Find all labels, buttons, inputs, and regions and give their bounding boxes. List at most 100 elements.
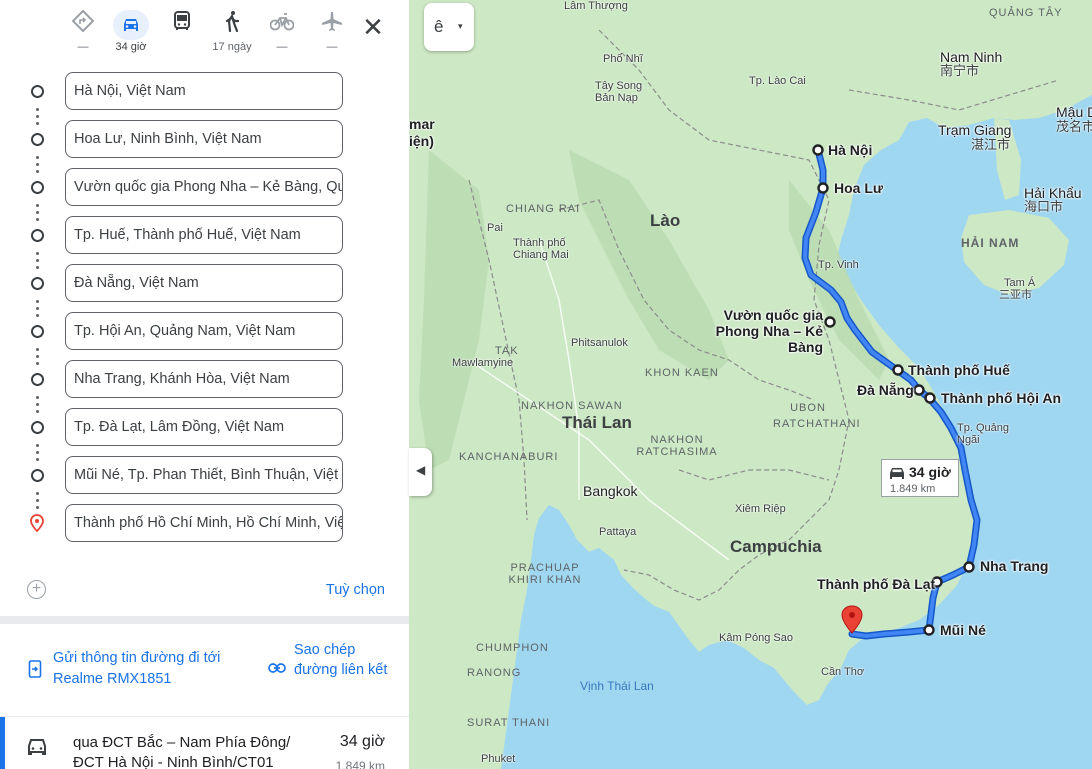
- car-icon: [888, 466, 906, 482]
- stop-row: Tp. Đà Lạt, Lâm Đồng, Việt Nam: [0, 408, 409, 448]
- place-label: Phitsanulok: [571, 337, 628, 349]
- country-label-thailand: Thái Lan: [562, 413, 632, 432]
- add-destination-row: + Tuỳ chọn: [0, 572, 409, 608]
- car-mode-label: 34 giờ: [115, 41, 147, 53]
- car-icon: [113, 10, 149, 40]
- stop-row: Đà Nẵng, Việt Nam: [0, 264, 409, 304]
- route-option[interactable]: qua ĐCT Bắc – Nam Phía Đông/ ĐCT Hà Nội …: [0, 716, 409, 769]
- stop-input[interactable]: Mũi Né, Tp. Phan Thiết, Bình Thuận, Việt…: [65, 456, 343, 494]
- place-label: Phuket: [481, 753, 516, 765]
- place-label: Lâm Thượng: [564, 0, 628, 12]
- place-label: 海口市: [1024, 199, 1064, 214]
- city-label-nhatrang: Nha Trang: [980, 558, 1049, 574]
- options-button[interactable]: Tuỳ chọn: [326, 582, 385, 598]
- layer-toggle-button[interactable]: ê ▾: [424, 3, 474, 51]
- city-label-dalat: Thành phố Đà Lạt: [817, 576, 936, 592]
- city-label-hanoi: Hà Nội: [828, 142, 873, 158]
- bike-mode-label: —: [276, 41, 288, 53]
- sea-label: Vịnh Thái Lan: [580, 679, 654, 693]
- region-label: HẢI NAM: [961, 236, 1020, 250]
- stop-input[interactable]: Hà Nội, Việt Nam: [65, 72, 343, 110]
- region-label: PRACHUAP KHIRI KHAN: [508, 562, 582, 586]
- diamond-turn-icon: [60, 9, 106, 40]
- stop-row: Hà Nội, Việt Nam: [0, 72, 409, 112]
- place-label: mar: [409, 116, 435, 132]
- stop-row: Tp. Hội An, Quảng Nam, Việt Nam: [0, 312, 409, 352]
- bike-icon: [259, 10, 305, 40]
- stop-input[interactable]: Tp. Đà Lạt, Lâm Đồng, Việt Nam: [65, 408, 343, 446]
- flight-mode-button[interactable]: —: [309, 10, 355, 58]
- collapse-panel-button[interactable]: ◀: [409, 448, 432, 496]
- route-distance: 1.849 km: [335, 759, 385, 769]
- route-duration-callout[interactable]: 34 giờ 1.849 km: [881, 459, 959, 497]
- city-label-muine: Mũi Né: [940, 622, 986, 638]
- route-via-text: qua ĐCT Bắc – Nam Phía Đông/ ĐCT Hà Nội …: [73, 734, 291, 769]
- region-label: KANCHANABURI: [459, 451, 559, 463]
- waypoint-circle-icon: [31, 133, 44, 146]
- add-stop-icon[interactable]: +: [27, 580, 46, 599]
- country-label-cambodia: Campuchia: [730, 537, 822, 556]
- layer-label: ê: [434, 17, 444, 36]
- walk-icon: [209, 10, 255, 40]
- stop-row: Hoa Lư, Ninh Bình, Việt Nam: [0, 120, 409, 160]
- destination-pin-icon: [30, 514, 44, 537]
- directions-panel: — 34 giờ 17 ngày — — ✕ Hà Nội, Việt Nam …: [0, 0, 410, 769]
- place-label: 茂名市: [1056, 119, 1092, 134]
- stop-row: Mũi Né, Tp. Phan Thiết, Bình Thuận, Việt…: [0, 456, 409, 496]
- waypoint-circle-icon: [31, 325, 44, 338]
- chevron-down-icon: ▾: [458, 21, 463, 31]
- transit-mode-button[interactable]: [159, 10, 205, 58]
- best-mode-button[interactable]: —: [60, 9, 106, 58]
- place-label: Cần Thơ: [821, 666, 865, 678]
- place-label: Trạm Giang: [938, 122, 1012, 138]
- country-label-laos: Lào: [650, 211, 681, 230]
- walk-mode-button[interactable]: 17 ngày: [209, 10, 255, 58]
- region-label: KHON KAEN: [645, 367, 719, 379]
- waypoint-circle-icon: [31, 469, 44, 482]
- map-canvas[interactable]: Lào Thái Lan Campuchia Hà Nội Hoa Lư Vườ…: [409, 0, 1092, 769]
- region-label: QUẢNG TÂY: [989, 7, 1063, 19]
- region-label: CHIANG RAI: [506, 203, 581, 215]
- callout-duration: 34 giờ: [909, 464, 951, 480]
- send-to-device-icon: [28, 660, 42, 678]
- stop-input[interactable]: Tp. Huế, Thành phố Huế, Việt Nam: [65, 216, 343, 254]
- waypoint-circle-icon: [31, 373, 44, 386]
- place-label: Tp. Lào Cai: [749, 75, 806, 87]
- region-label: NAKHON RATCHASIMA: [636, 434, 718, 458]
- bus-icon: [159, 10, 205, 40]
- region-label: TAK: [495, 345, 519, 357]
- copy-link-label: Sao chép đường liên kết: [294, 642, 388, 678]
- city-label-danang: Đà Nẵng: [857, 382, 914, 398]
- divider: [0, 616, 409, 624]
- stop-input[interactable]: Tp. Hội An, Quảng Nam, Việt Nam: [65, 312, 343, 350]
- car-icon: [26, 737, 48, 762]
- city-label-phongnha: Vườn quốc gia Phong Nha – Kẻ Bàng: [715, 307, 823, 355]
- place-label: Mawlamyine: [452, 357, 514, 369]
- region-label: CHUMPHON: [476, 642, 549, 654]
- place-label: Thành phố Chiang Mai: [513, 237, 569, 261]
- place-label: Tây Song Bản Nạp: [595, 80, 643, 104]
- stop-row: Vườn quốc gia Phong Nha – Kẻ Bàng, Qu: [0, 168, 409, 208]
- waypoint-circle-icon: [31, 229, 44, 242]
- close-icon[interactable]: ✕: [358, 12, 388, 42]
- stop-input[interactable]: Đà Nẵng, Việt Nam: [65, 264, 343, 302]
- place-label: Pattaya: [599, 526, 637, 538]
- region-label: RANONG: [467, 667, 522, 679]
- stop-input[interactable]: Vườn quốc gia Phong Nha – Kẻ Bàng, Qu: [65, 168, 343, 206]
- waypoint-circle-icon: [31, 85, 44, 98]
- stop-input[interactable]: Hoa Lư, Ninh Bình, Việt Nam: [65, 120, 343, 158]
- destination-input[interactable]: Thành phố Hồ Chí Minh, Hồ Chí Minh, Việ: [65, 504, 343, 542]
- city-label-hue: Thành phố Huế: [908, 362, 1010, 378]
- bike-mode-button[interactable]: —: [259, 10, 305, 58]
- stop-input[interactable]: Nha Trang, Khánh Hòa, Việt Nam: [65, 360, 343, 398]
- link-icon: [268, 663, 286, 673]
- travel-mode-bar: — 34 giờ 17 ngày — —: [60, 9, 400, 60]
- city-label-hoalu: Hoa Lư: [834, 180, 884, 196]
- selected-route-indicator: [0, 717, 5, 769]
- region-label: NAKHON SAWAN: [521, 400, 623, 412]
- waypoint-circle-icon: [31, 181, 44, 194]
- stop-row: Thành phố Hồ Chí Minh, Hồ Chí Minh, Việ: [0, 504, 409, 544]
- car-mode-button[interactable]: 34 giờ: [108, 10, 154, 58]
- place-label: Xiêm Riệp: [735, 503, 786, 515]
- waypoint-circle-icon: [31, 277, 44, 290]
